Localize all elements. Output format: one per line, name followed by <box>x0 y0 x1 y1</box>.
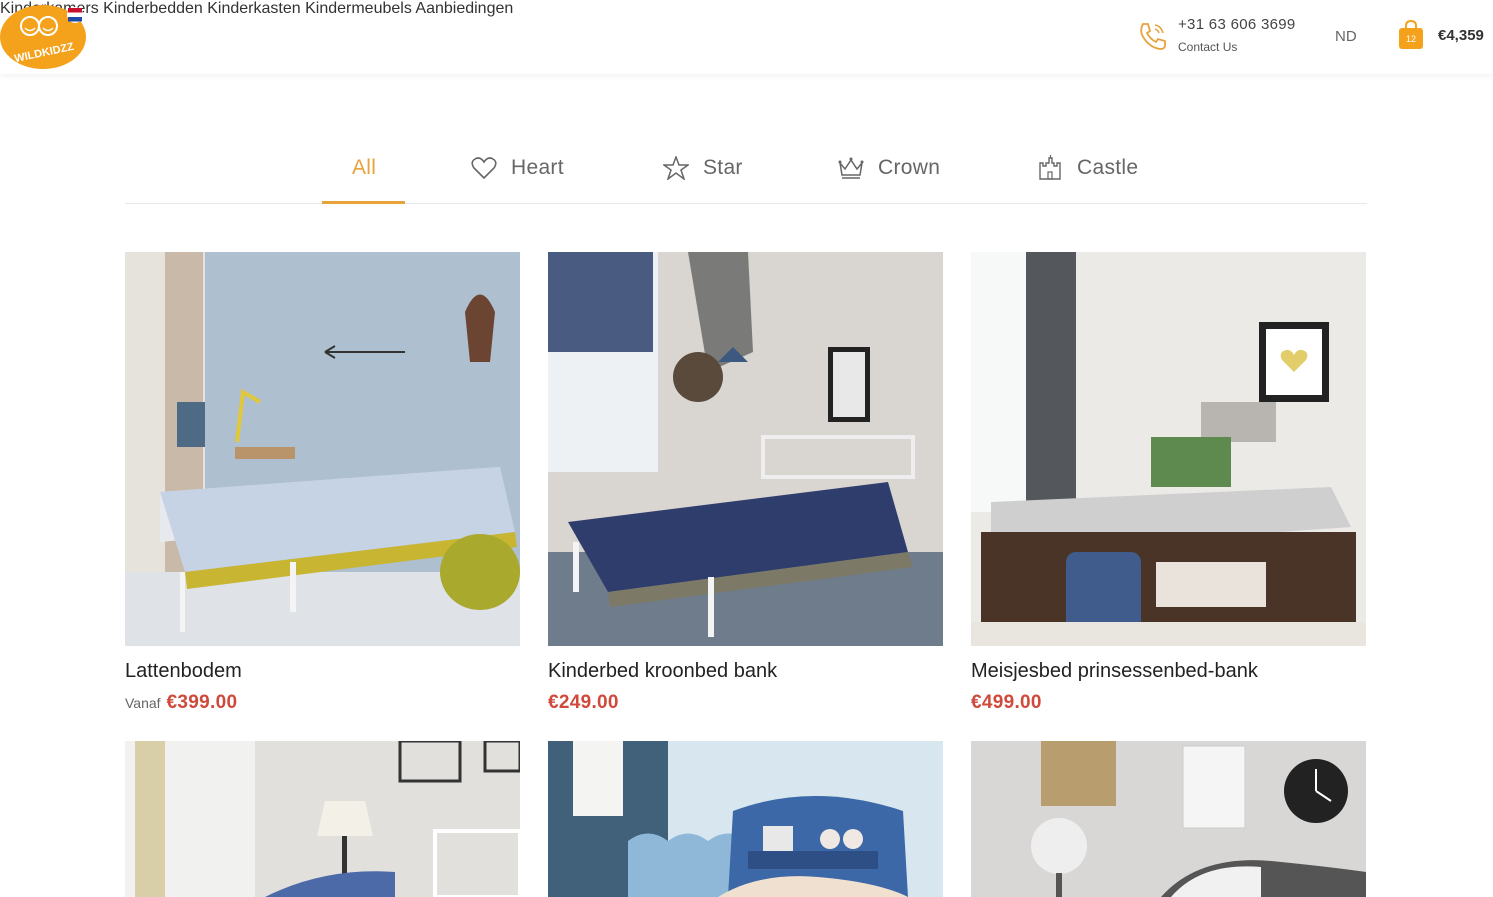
tab-all-label: All <box>352 156 377 179</box>
product-image[interactable] <box>971 741 1366 897</box>
product-title[interactable]: Kinderbed kroonbed bank <box>548 660 777 683</box>
product-image-kinderbed-kroonbed-bank[interactable] <box>548 252 943 646</box>
product-price-row: €249.00 <box>548 692 619 714</box>
tab-heart-label: Heart <box>511 156 564 179</box>
product-price: €499.00 <box>971 692 1042 713</box>
crown-icon <box>838 157 864 179</box>
tab-castle-label: Castle <box>1077 156 1139 179</box>
star-icon <box>663 156 689 180</box>
product-card[interactable]: Kinderbed kroonbed bank €249.00 <box>548 252 943 713</box>
product-image-lattenbodem[interactable] <box>125 252 520 646</box>
product-card[interactable] <box>548 741 943 897</box>
site-header: WILDKIDZZ Kinderkamers Kinderbedden Kind… <box>0 0 1493 74</box>
cart-count: 12 <box>1406 34 1416 44</box>
product-image-meisjesbed-prinsessenbed-bank[interactable] <box>971 252 1366 646</box>
tab-star[interactable]: Star <box>663 148 743 188</box>
product-title[interactable]: Meisjesbed prinsessenbed-bank <box>971 660 1258 683</box>
tab-castle[interactable]: Castle <box>1037 148 1138 188</box>
contact-block[interactable]: +31 63 606 3699 Contact Us <box>1136 14 1306 60</box>
shopping-bag-icon[interactable]: 12 <box>1398 19 1424 50</box>
active-tab-indicator <box>322 201 405 204</box>
product-price: €399.00 <box>166 692 238 713</box>
product-card[interactable]: Lattenbodem Vanaf €399.00 <box>125 252 520 713</box>
nav-item-kindermeubels[interactable]: Kindermeubels <box>305 0 412 17</box>
wildkidzz-logo[interactable]: WILDKIDZZ <box>0 2 88 70</box>
product-price-row: €499.00 <box>971 692 1042 714</box>
tab-heart[interactable]: Heart <box>471 148 564 188</box>
product-image[interactable] <box>548 741 943 897</box>
product-card[interactable] <box>971 741 1366 897</box>
phone-icon <box>1140 23 1166 50</box>
cart-total[interactable]: €4,359 <box>1438 27 1484 44</box>
product-image[interactable] <box>125 741 520 897</box>
tab-star-label: Star <box>703 156 743 179</box>
product-card[interactable]: Meisjesbed prinsessenbed-bank €499.00 <box>971 252 1366 713</box>
price-prefix: Vanaf <box>125 695 161 711</box>
heart-icon <box>471 157 497 180</box>
product-price-row: Vanaf €399.00 <box>125 692 237 714</box>
phone-number[interactable]: +31 63 606 3699 <box>1178 16 1296 33</box>
tab-crown-label: Crown <box>878 156 941 179</box>
language-selector[interactable]: ND <box>1335 28 1357 45</box>
tab-all[interactable]: All <box>352 148 376 188</box>
castle-icon <box>1039 155 1061 180</box>
category-filter-tabs: All Heart Star Crown Castle <box>125 130 1367 204</box>
nav-item-kinderbedden[interactable]: Kinderbedden <box>103 0 203 17</box>
product-card[interactable] <box>125 741 520 897</box>
product-price: €249.00 <box>548 692 619 713</box>
product-title[interactable]: Lattenbodem <box>125 660 242 683</box>
tab-crown[interactable]: Crown <box>838 148 940 188</box>
nav-item-kinderkasten[interactable]: Kinderkasten <box>207 0 300 17</box>
contact-us-link[interactable]: Contact Us <box>1178 40 1237 54</box>
nav-item-aanbiedingen[interactable]: Aanbiedingen <box>415 0 513 17</box>
